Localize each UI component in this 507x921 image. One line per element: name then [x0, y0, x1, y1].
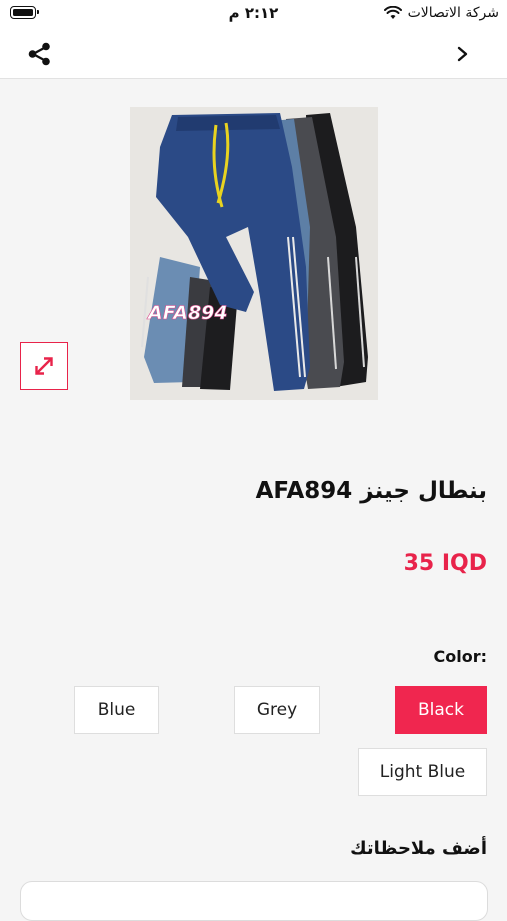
color-option-black[interactable]: Black [395, 686, 487, 734]
chevron-right-icon[interactable] [455, 42, 471, 66]
color-option-grey[interactable]: Grey [234, 686, 320, 734]
notes-label: أضف ملاحظاتك [350, 838, 487, 859]
share-icon[interactable] [26, 40, 54, 68]
notes-input[interactable] [20, 881, 488, 921]
color-label: Color: [433, 647, 488, 666]
expand-arrows-icon [35, 357, 53, 375]
wifi-icon [383, 6, 402, 19]
image-caption: AFA894 [146, 302, 228, 324]
color-option-blue[interactable]: Blue [74, 686, 159, 734]
carrier-info: شركة الاتصالات [383, 5, 499, 21]
expand-image-button[interactable] [20, 342, 68, 390]
product-image[interactable]: AFA894 [130, 107, 378, 400]
color-option-light-blue[interactable]: Light Blue [358, 748, 487, 796]
status-bar: ٢:١٢ م شركة الاتصالات [0, 0, 507, 30]
jeans-photo: AFA894 [130, 107, 378, 400]
product-title: بنطال جينز AFA894 [255, 478, 487, 504]
product-price: 35 IQD [403, 551, 487, 576]
carrier-name: شركة الاتصالات [407, 5, 499, 21]
navigation-bar [0, 30, 507, 79]
